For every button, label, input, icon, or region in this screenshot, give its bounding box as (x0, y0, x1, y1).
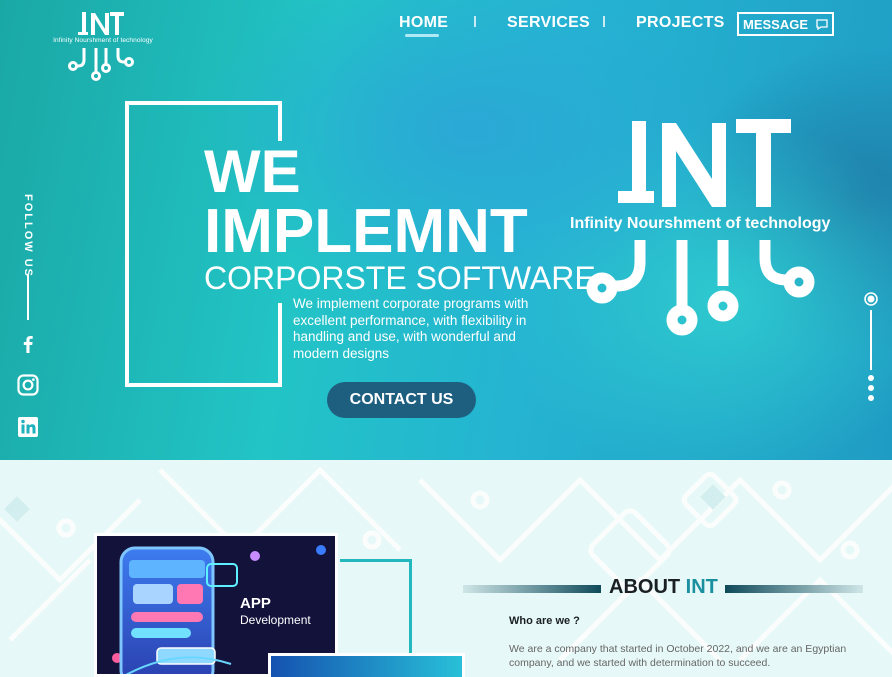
follow-us-label: FOLLOW US (22, 194, 34, 278)
about-image-title: APP (240, 595, 271, 612)
chat-bubble-icon (816, 18, 828, 30)
nav-separator (474, 16, 476, 27)
about-title: ABOUT INT (463, 576, 863, 600)
hero-heading-line1: WE (204, 138, 301, 205)
hero-description: We implement corporate programs with exc… (293, 296, 529, 362)
hero-section: Infinity Nourshment of technology HOME S… (0, 0, 892, 460)
slider-indicator[interactable] (862, 290, 880, 405)
nav-item-services[interactable]: SERVICES (507, 14, 590, 32)
nav-active-indicator (405, 34, 439, 37)
circuit-icon (586, 240, 815, 336)
nav-item-projects[interactable]: PROJECTS (636, 14, 725, 32)
hero-frame-edge (278, 303, 282, 387)
title-bar-left (463, 585, 601, 593)
facebook-icon[interactable] (16, 332, 40, 356)
about-heading-highlight: INT (685, 576, 718, 598)
about-heading: ABOUT INT (609, 576, 718, 599)
about-text: We are a company that started in October… (509, 643, 847, 669)
about-subtitle: Who are we ? (509, 615, 580, 627)
hero-logo-tagline: Infinity Nourshment of technology (570, 215, 831, 232)
logo-mark-icon (618, 119, 791, 207)
title-bar-right (725, 585, 863, 593)
message-button[interactable]: MESSAGE (737, 12, 834, 36)
about-heading-prefix: ABOUT (609, 576, 681, 598)
hero-heading-line2: IMPLEMNT (204, 197, 528, 266)
instagram-icon[interactable] (16, 373, 40, 397)
message-button-label: MESSAGE (742, 16, 808, 32)
hero-frame-edge (278, 101, 282, 141)
nav-item-home[interactable]: HOME (399, 14, 448, 32)
linkedin-icon[interactable] (16, 415, 40, 439)
logo-tagline: Infinity Nourshment of technology (53, 37, 153, 44)
circuit-icon (68, 48, 134, 81)
about-image-subtitle: Development (240, 613, 311, 627)
hero-logo: Infinity Nourshment of technology (560, 115, 840, 345)
about-image-secondary (268, 653, 465, 677)
nav-separator (603, 16, 605, 27)
contact-us-button[interactable]: CONTACT US (327, 382, 476, 418)
follow-divider (27, 275, 29, 320)
follow-us: FOLLOW US (18, 194, 38, 278)
hero-heading-line3: CORPORSTE SOFTWARE (204, 260, 596, 296)
